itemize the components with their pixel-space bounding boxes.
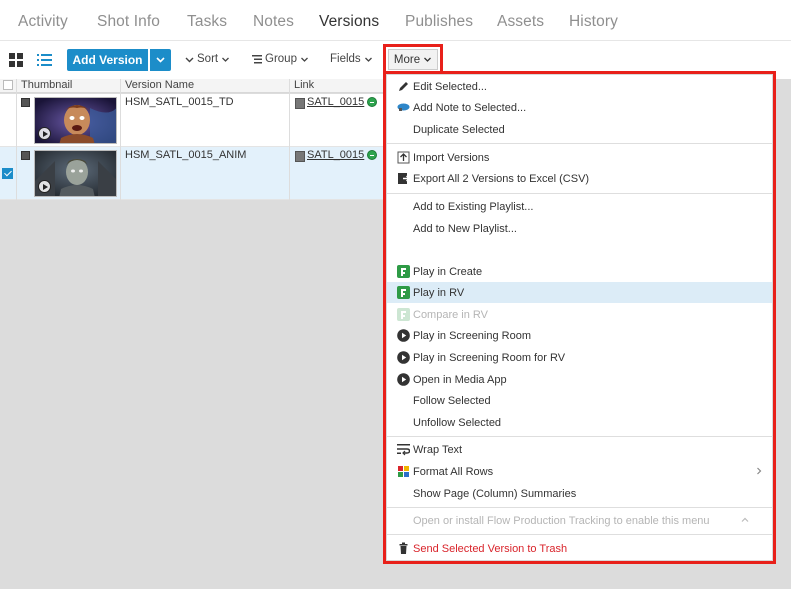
list-view-icon[interactable] xyxy=(37,53,52,67)
menu-item-unfollow-selected[interactable]: Unfollow Selected xyxy=(387,412,772,433)
chevron-down-icon xyxy=(156,57,165,63)
menu-item-open-media-app[interactable]: Open in Media App xyxy=(387,369,772,390)
sort-icon xyxy=(185,57,194,62)
menu-item-add-existing-playlist[interactable]: Add to Existing Playlist... xyxy=(387,196,772,217)
column-divider xyxy=(16,79,17,200)
add-version-button[interactable]: Add Version xyxy=(67,49,148,71)
trash-icon xyxy=(399,542,408,554)
chevron-down-icon xyxy=(301,57,308,62)
tab-history[interactable]: History xyxy=(569,13,618,31)
film-icon xyxy=(295,98,305,109)
menu-item-export-excel[interactable]: Export All 2 Versions to Excel (CSV) xyxy=(387,168,772,189)
menu-item-play-screening-room-rv[interactable]: Play in Screening Room for RV xyxy=(387,347,772,368)
table-row[interactable]: HSM_SATL_0015_TD SATL_0015 xyxy=(0,94,383,147)
tab-publishes[interactable]: Publishes xyxy=(405,13,473,31)
column-header-thumbnail[interactable]: Thumbnail xyxy=(21,79,72,92)
version-thumbnail[interactable] xyxy=(34,150,117,197)
pencil-icon xyxy=(399,82,408,91)
play-circle-icon xyxy=(397,373,410,386)
status-icon xyxy=(367,150,377,160)
more-button[interactable]: More xyxy=(388,49,438,70)
row-select-checkbox[interactable] xyxy=(2,168,13,179)
version-status-icon xyxy=(21,151,30,160)
flow-app-icon xyxy=(397,265,410,278)
chevron-down-icon xyxy=(364,57,372,62)
tab-notes[interactable]: Notes xyxy=(253,13,294,31)
menu-item-format-all-rows[interactable]: Format All Rows xyxy=(387,461,772,482)
menu-item-edit-selected[interactable]: Edit Selected... xyxy=(387,76,772,97)
group-button[interactable]: Group xyxy=(252,53,309,65)
table-row[interactable]: HSM_SATL_0015_ANIM SATL_0015 xyxy=(0,147,383,200)
tab-versions[interactable]: Versions xyxy=(319,13,379,31)
chevron-up-icon xyxy=(741,517,749,522)
film-icon xyxy=(295,151,305,162)
grid-header: Thumbnail Version Name Link xyxy=(0,79,383,93)
version-name: HSM_SATL_0015_TD xyxy=(125,96,234,108)
column-divider xyxy=(120,79,121,200)
menu-item-import-versions[interactable]: Import Versions xyxy=(387,147,772,168)
menu-item-open-install: Open or install Flow Production Tracking… xyxy=(387,510,772,531)
version-status-icon xyxy=(21,98,30,107)
column-header-version-name[interactable]: Version Name xyxy=(125,79,194,92)
menu-item-show-summaries[interactable]: Show Page (Column) Summaries xyxy=(387,483,772,504)
menu-item-send-to-trash[interactable]: Send Selected Version to Trash xyxy=(387,538,772,559)
export-icon xyxy=(398,173,410,184)
sort-label: Sort xyxy=(197,53,219,65)
column-header-link[interactable]: Link xyxy=(294,79,314,92)
sort-button[interactable]: Sort xyxy=(185,53,230,65)
menu-item-wrap-text[interactable]: Wrap Text xyxy=(387,439,772,460)
grid-view-icon[interactable] xyxy=(9,53,23,67)
menu-divider xyxy=(387,507,772,508)
menu-item-duplicate[interactable]: Duplicate Selected xyxy=(387,119,772,140)
format-rows-icon xyxy=(398,466,409,477)
version-thumbnail[interactable] xyxy=(34,97,117,144)
detail-tab-bar: Activity Shot Info Tasks Notes Versions … xyxy=(0,0,791,41)
menu-divider xyxy=(387,193,772,194)
tab-tasks[interactable]: Tasks xyxy=(187,13,227,31)
flow-app-icon xyxy=(397,308,410,321)
link-shot[interactable]: SATL_0015 xyxy=(307,96,364,108)
fields-label: Fields xyxy=(330,53,361,65)
menu-item-add-note[interactable]: Add Note to Selected... xyxy=(387,97,772,118)
version-name: HSM_SATL_0015_ANIM xyxy=(125,149,247,161)
menu-divider xyxy=(387,436,772,437)
fields-button[interactable]: Fields xyxy=(330,53,373,65)
menu-item-add-new-playlist[interactable]: Add to New Playlist... xyxy=(387,218,772,239)
play-icon[interactable] xyxy=(38,127,51,140)
group-icon xyxy=(252,54,262,63)
play-circle-icon xyxy=(397,351,410,364)
flow-app-icon xyxy=(397,286,410,299)
chevron-down-icon xyxy=(222,57,230,62)
column-divider xyxy=(289,79,290,200)
chevron-down-icon xyxy=(424,57,432,62)
tab-assets[interactable]: Assets xyxy=(497,13,544,31)
menu-item-play-create[interactable]: Play in Create xyxy=(387,261,772,282)
chevron-right-icon xyxy=(757,467,762,475)
menu-divider xyxy=(387,143,772,144)
tab-activity[interactable]: Activity xyxy=(18,13,68,31)
menu-item-compare-rv: Compare in RV xyxy=(387,304,772,325)
add-version-dropdown-button[interactable] xyxy=(150,49,171,71)
menu-item-play-rv[interactable]: Play in RV xyxy=(387,282,772,303)
import-icon xyxy=(397,151,410,164)
group-label: Group xyxy=(265,53,297,65)
more-label: More xyxy=(393,53,421,66)
note-icon xyxy=(397,103,410,111)
link-shot[interactable]: SATL_0015 xyxy=(307,149,364,161)
tab-shot-info[interactable]: Shot Info xyxy=(97,13,160,31)
play-circle-icon xyxy=(397,329,410,342)
menu-divider xyxy=(387,534,772,535)
select-all-checkbox[interactable] xyxy=(3,80,13,90)
wrap-text-icon xyxy=(397,444,410,456)
menu-item-play-screening-room[interactable]: Play in Screening Room xyxy=(387,325,772,346)
menu-item-follow-selected[interactable]: Follow Selected xyxy=(387,390,772,411)
status-icon xyxy=(367,97,377,107)
play-icon[interactable] xyxy=(38,180,51,193)
